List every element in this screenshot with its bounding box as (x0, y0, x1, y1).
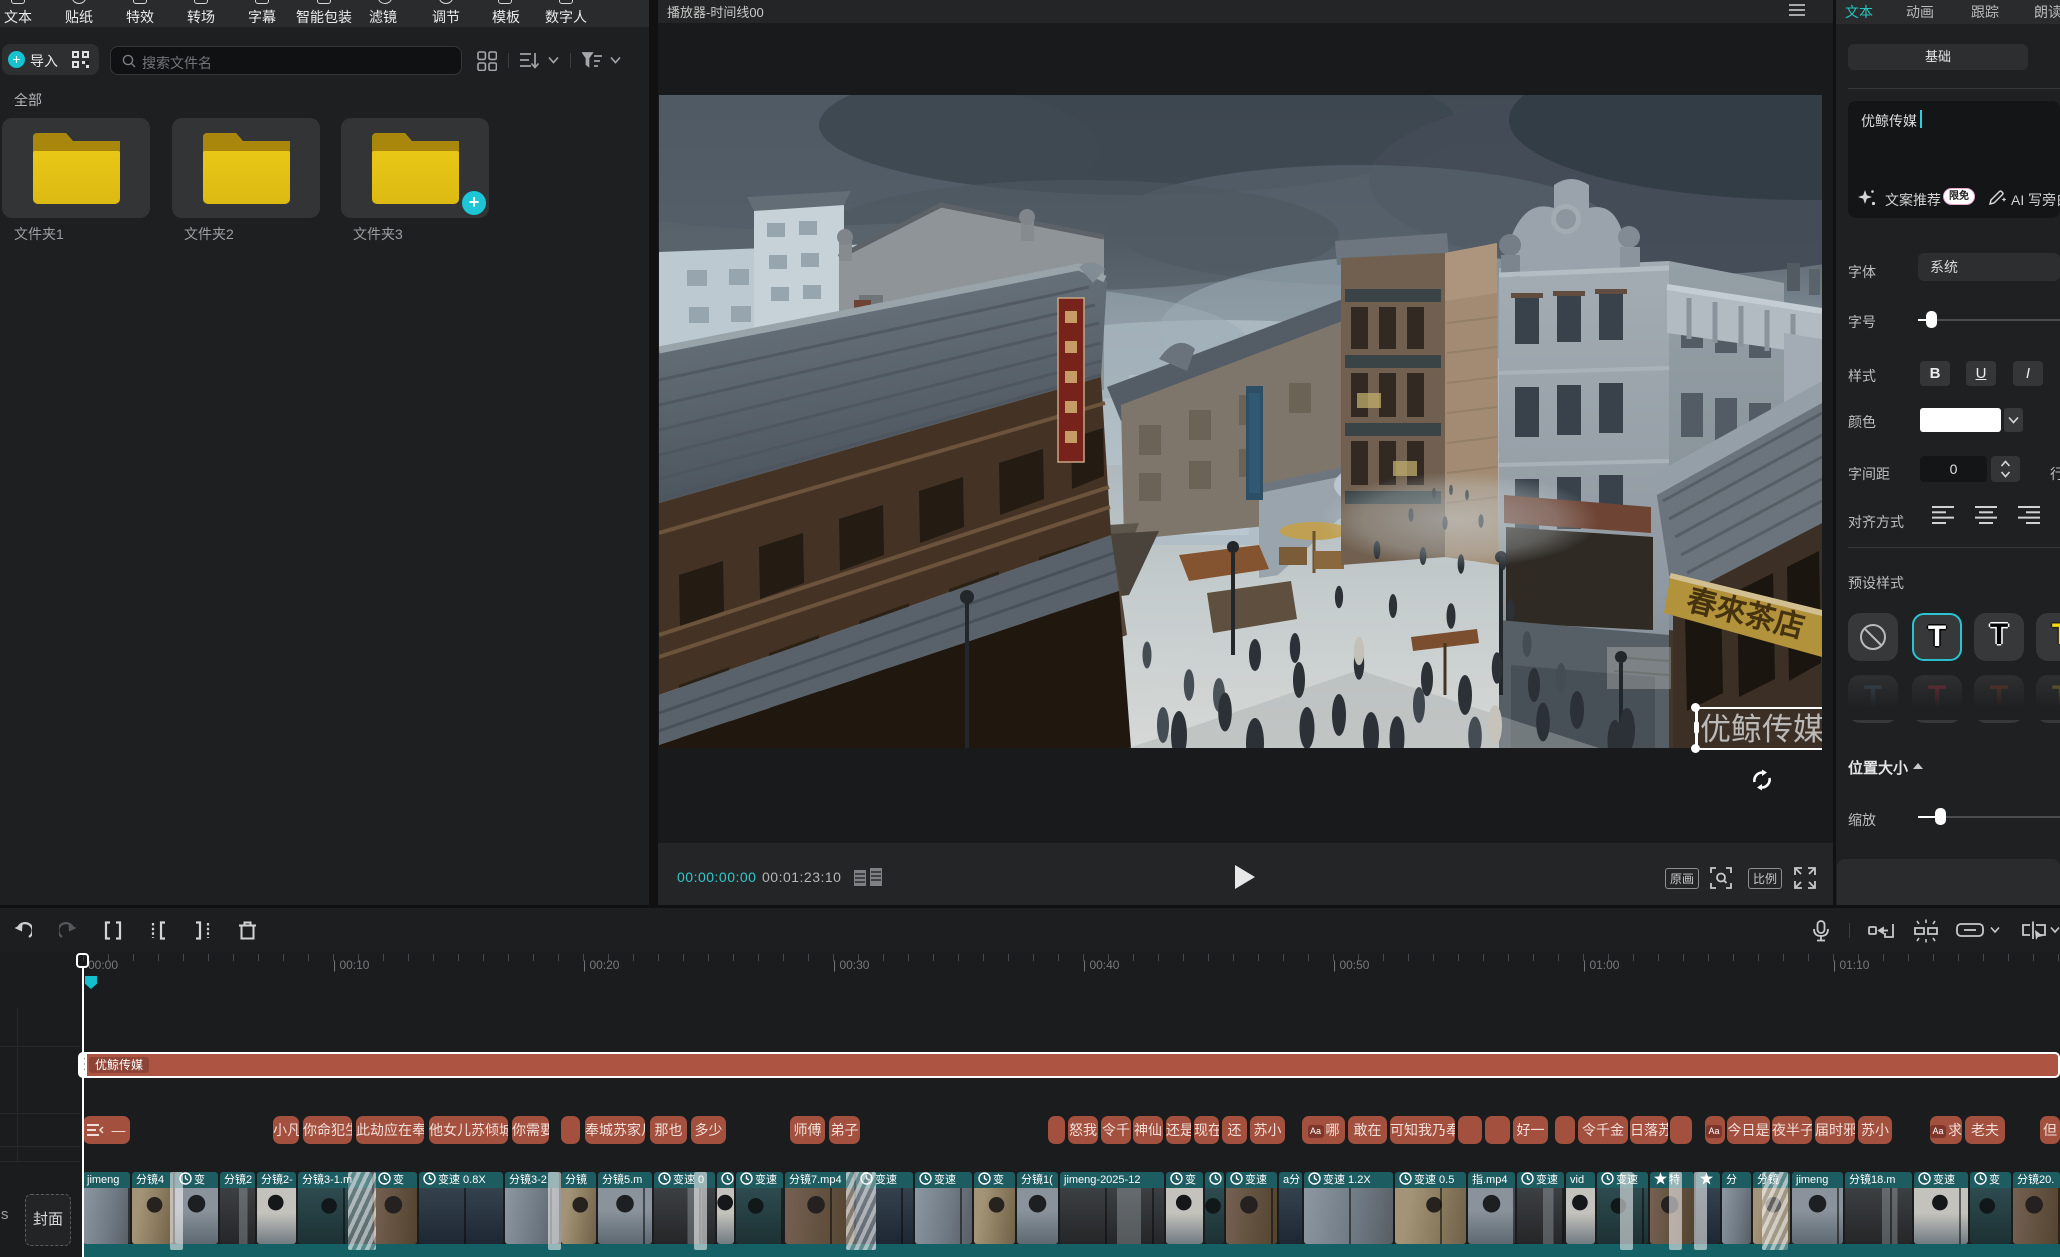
svg-text:优鲸传媒: 优鲸传媒 (1700, 712, 1822, 747)
